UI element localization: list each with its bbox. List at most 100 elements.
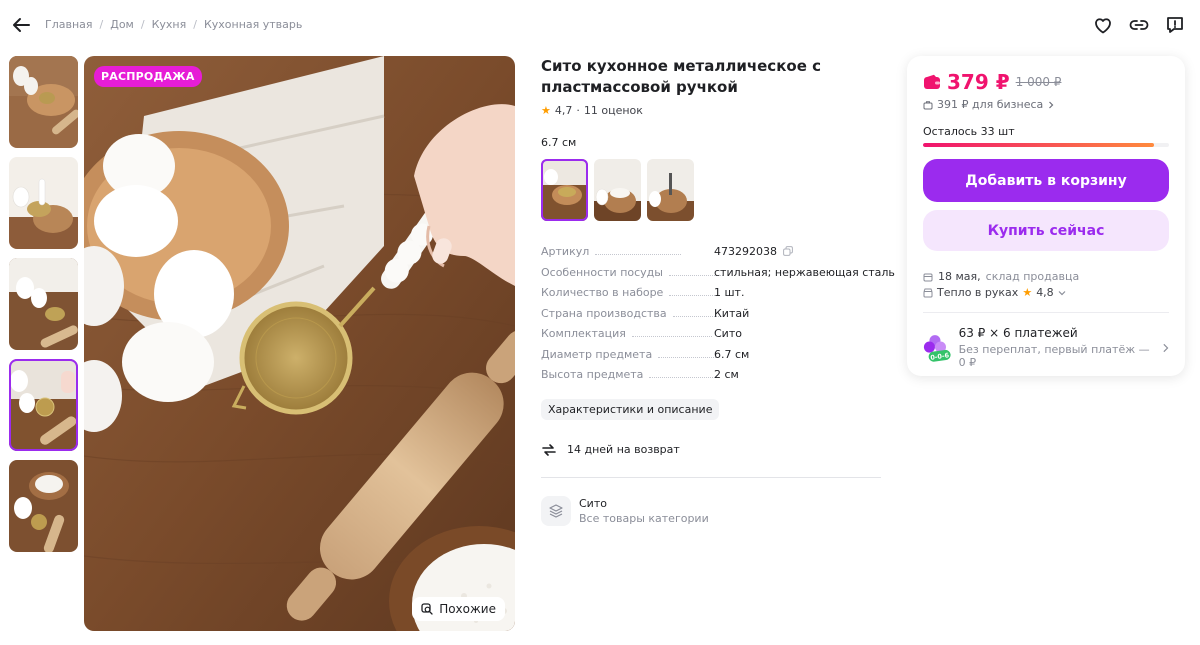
spec-name: Особенности посуды xyxy=(541,265,663,279)
similar-search-icon xyxy=(421,603,433,615)
spec-row: Количество в наборе 1 шт. xyxy=(541,286,881,307)
return-policy: 14 дней на возврат xyxy=(541,442,881,458)
breadcrumb-separator: / xyxy=(193,18,197,31)
breadcrumb-separator: / xyxy=(99,18,104,31)
spec-value: стильная; нержавеющая сталь xyxy=(714,265,895,279)
spec-value: Сито xyxy=(714,327,742,340)
heart-icon[interactable] xyxy=(1092,14,1114,36)
thumbnail[interactable] xyxy=(9,460,78,552)
breadcrumb-item[interactable]: Кухня xyxy=(152,18,187,31)
thumbnail-active[interactable] xyxy=(9,359,78,451)
spec-value: 473292038 xyxy=(714,245,793,258)
spec-dots xyxy=(595,254,682,255)
seller-name: Тепло в руках xyxy=(937,286,1019,299)
business-price-link[interactable]: 391 ₽ для бизнеса xyxy=(923,98,1169,111)
seller-rating: 4,8 xyxy=(1036,286,1054,299)
thumbnail[interactable] xyxy=(9,157,78,249)
main-product-photo[interactable]: РАСПРОДАЖА Похожие xyxy=(84,56,515,631)
breadcrumb-item[interactable]: Кухонная утварь xyxy=(204,18,302,31)
sale-badge: РАСПРОДАЖА xyxy=(94,66,202,87)
buy-now-button[interactable]: Купить сейчас xyxy=(923,210,1169,251)
top-actions xyxy=(1092,14,1186,36)
current-price: 379 ₽ xyxy=(947,70,1010,94)
category-icon xyxy=(541,495,571,526)
installment-plan[interactable]: 0-0-6 63 ₽ × 6 платежей Без переплат, пе… xyxy=(923,326,1169,369)
back-arrow-icon[interactable] xyxy=(10,14,32,36)
link-icon[interactable] xyxy=(1128,14,1150,36)
return-text: 14 дней на возврат xyxy=(567,443,680,456)
installment-badge-text: 0-0-6 xyxy=(930,351,950,362)
installment-title: 63 ₽ × 6 платежей xyxy=(958,326,1078,340)
delivery-source: склад продавца xyxy=(985,270,1080,283)
variant-option[interactable] xyxy=(647,159,694,221)
return-arrows-icon xyxy=(542,443,556,456)
spec-name: Страна производства xyxy=(541,306,667,320)
installment-subtitle: Без переплат, первый платёж — 0 ₽ xyxy=(958,343,1150,369)
spec-row: Диаметр предмета 6.7 см xyxy=(541,348,881,369)
breadcrumb-item[interactable]: Дом xyxy=(110,18,134,31)
spec-row: Высота предмета 2 см xyxy=(541,368,881,389)
breadcrumb: Главная / Дом / Кухня / Кухонная утварь xyxy=(45,18,302,31)
stock-bar-fill xyxy=(923,143,1155,147)
rating-row[interactable]: ★ 4,7 · 11 оценок xyxy=(541,104,881,117)
category-subtitle: Все товары категории xyxy=(579,511,709,525)
reviews-count: 11 оценок xyxy=(583,104,643,117)
thumbnail[interactable] xyxy=(9,258,78,350)
category-link[interactable]: Сито Все товары категории xyxy=(541,495,881,526)
price-row: 379 ₽ 1 000 ₽ xyxy=(923,70,1169,94)
spec-dots xyxy=(649,377,720,378)
details-chip[interactable]: Характеристики и описание xyxy=(541,398,720,420)
shop-icon xyxy=(923,288,933,297)
box-icon xyxy=(923,273,933,281)
variant-option[interactable] xyxy=(594,159,641,221)
spec-dots xyxy=(669,295,720,296)
spec-dots xyxy=(631,336,712,337)
spec-name: Количество в наборе xyxy=(541,286,664,299)
variant-label: 6.7 см xyxy=(541,136,577,149)
spec-row: Страна производства Китай xyxy=(541,307,881,328)
divider xyxy=(541,476,881,478)
category-name: Сито xyxy=(579,496,607,510)
report-icon[interactable] xyxy=(1164,14,1186,36)
stock-text: Осталось 33 шт xyxy=(923,125,1015,138)
category-text: Сито Все товары категории xyxy=(579,497,709,525)
buy-box: 379 ₽ 1 000 ₽ 391 ₽ для бизнеса Осталось… xyxy=(907,56,1185,376)
star-icon: ★ xyxy=(541,104,551,117)
add-to-cart-button[interactable]: Добавить в корзину xyxy=(923,159,1169,202)
copy-icon[interactable] xyxy=(783,246,793,256)
seller-rating-row[interactable]: Тепло в руках ★ 4,8 xyxy=(923,286,1169,299)
delivery-date: 18 мая, xyxy=(938,270,981,283)
star-icon: ★ xyxy=(1022,286,1033,299)
specs-list: Артикул 473292038 Особенности посуды сти… xyxy=(541,245,895,389)
chevron-down-icon xyxy=(1058,290,1066,295)
breadcrumb-item[interactable]: Главная xyxy=(45,18,93,31)
business-price: 391 ₽ для бизнеса xyxy=(937,98,1044,111)
similar-button[interactable]: Похожие xyxy=(412,597,505,621)
product-image xyxy=(84,56,515,631)
delivery-info: 18 мая, склад продавца xyxy=(923,270,1169,283)
spec-value: 1 шт. xyxy=(714,286,745,299)
article-number[interactable]: 473292038 xyxy=(714,245,777,258)
product-info: Сито кухонное металлическое с пластмассо… xyxy=(541,56,895,526)
thumbnail-list xyxy=(9,56,78,561)
spec-name: Артикул xyxy=(541,245,590,258)
wallet-icon xyxy=(924,74,940,89)
rating-separator: · xyxy=(576,104,580,117)
briefcase-icon xyxy=(923,100,933,109)
spec-name: Диаметр предмета xyxy=(541,347,653,361)
stock-bar xyxy=(923,143,1169,147)
variant-list xyxy=(541,159,881,221)
spec-value: 6.7 см xyxy=(714,347,750,361)
breadcrumb-separator: / xyxy=(140,18,145,31)
installment-text: 63 ₽ × 6 платежей Без переплат, первый п… xyxy=(959,326,1154,369)
thumbnail[interactable] xyxy=(9,56,78,148)
spec-row: Комплектация Сито xyxy=(541,327,881,348)
divider xyxy=(923,312,1169,313)
variant-option-active[interactable] xyxy=(541,159,588,221)
spec-row: Артикул 473292038 xyxy=(541,245,881,266)
spec-row: Особенности посуды стильная; нержавеющая… xyxy=(541,265,895,287)
spec-name: Высота предмета xyxy=(541,368,644,381)
spec-dots xyxy=(658,356,719,358)
chevron-right-icon xyxy=(1049,101,1054,108)
similar-label: Похожие xyxy=(439,602,496,616)
